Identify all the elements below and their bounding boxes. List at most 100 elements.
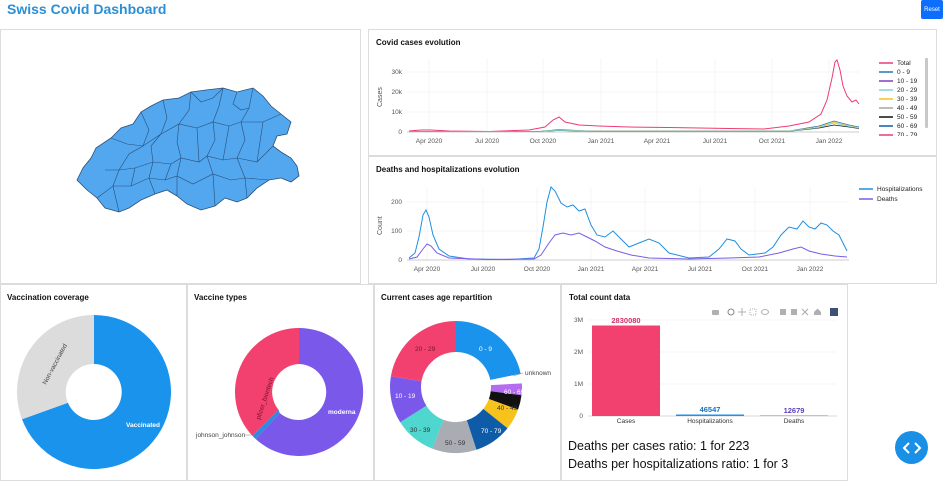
x-tick: Hospitalizations (687, 418, 733, 425)
x-tick: Jul 2020 (471, 266, 496, 273)
autoscale-icon[interactable] (802, 309, 808, 315)
y-tick: 0 (579, 413, 583, 420)
y-tick: 200 (391, 199, 402, 206)
deaths-legend: Hospitalizations Deaths (859, 186, 923, 203)
y-tick: 0 (398, 129, 402, 136)
slice-label: moderna (328, 409, 356, 416)
slice-label: 50 - 59 (445, 440, 466, 447)
home-icon[interactable] (814, 309, 821, 316)
x-tick: Jul 2020 (475, 138, 500, 145)
legend-item[interactable]: 20 - 29 (897, 87, 918, 94)
legend-item[interactable]: 10 - 19 (897, 78, 918, 85)
x-tick: Jan 2021 (578, 266, 605, 273)
x-tick: Jul 2021 (688, 266, 713, 273)
canton-shape[interactable] (77, 88, 299, 212)
bar-value: 2830080 (611, 316, 640, 325)
plotly-logo-icon[interactable] (830, 308, 838, 316)
x-tick: Oct 2021 (742, 266, 769, 273)
x-tick: Deaths (784, 418, 805, 425)
total-count-panel: Total count data 3M 2M 1M 0 (561, 284, 848, 481)
x-tick: Apr 2020 (416, 138, 443, 145)
x-tick: Oct 2020 (530, 138, 557, 145)
y-tick: 0 (398, 257, 402, 264)
legend-item[interactable]: 0 - 9 (897, 69, 910, 76)
cases-ylabel: Cases (377, 87, 384, 107)
slice-label: 40 - 49 (497, 405, 518, 412)
y-tick: 30k (392, 69, 403, 76)
zoom-icon[interactable] (728, 309, 734, 315)
slice-label: 10 - 19 (395, 393, 416, 400)
deaths-per-cases-ratio: Deaths per cases ratio: 1 for 223 (568, 439, 749, 453)
deaths-ylabel: Count (377, 216, 384, 235)
slice-label: 80+ (509, 378, 520, 385)
bar-hospitalizations[interactable] (676, 415, 744, 417)
vaccination-coverage-title: Vaccination coverage (7, 293, 89, 302)
y-tick: 100 (391, 228, 402, 235)
legend-item[interactable]: 50 - 59 (897, 114, 918, 121)
switzerland-map[interactable] (1, 30, 360, 283)
slice-label: 20 - 29 (415, 346, 436, 353)
camera-icon[interactable] (712, 310, 719, 315)
code-nav-button[interactable] (895, 431, 928, 464)
lasso-icon[interactable] (762, 310, 769, 315)
x-tick: Jan 2021 (588, 138, 615, 145)
reset-button[interactable]: Reset (921, 0, 943, 19)
bar-value: 46547 (700, 405, 721, 414)
x-tick: Oct 2020 (524, 266, 551, 273)
map-panel (0, 29, 361, 284)
vaccine-types-panel: Vaccine types moderna pfizer_biontech jo… (187, 284, 374, 481)
x-tick: Cases (617, 418, 636, 425)
slice-label: Vaccinated (126, 422, 160, 429)
box-select-icon[interactable] (750, 309, 756, 315)
cases-evolution-panel: Covid cases evolution Cases 30k 20k 10k … (368, 29, 937, 156)
y-tick: 10k (392, 109, 403, 116)
series-line-hospitalizations (409, 187, 847, 260)
cases-evolution-chart[interactable]: Cases 30k 20k 10k 0 Apr 2020 Jul 2020 Oc… (369, 30, 936, 155)
x-tick: Apr 2021 (632, 266, 659, 273)
legend-item[interactable]: Deaths (877, 196, 898, 203)
age-repartition-panel: Current cases age repartition 0 - 9 unkn… (374, 284, 561, 481)
y-tick: 1M (574, 381, 583, 388)
deaths-hosp-panel: Deaths and hospitalizations evolution Co… (368, 156, 937, 284)
chart-modebar (712, 308, 838, 316)
y-tick: 2M (574, 349, 583, 356)
slice-label: 0 - 9 (479, 346, 492, 353)
deaths-hosp-chart[interactable]: Count 200 100 0 Apr 2020 Jul 2020 Oct 20… (369, 157, 936, 283)
legend-scrollbar[interactable] (925, 58, 928, 128)
legend-item[interactable]: Total (897, 60, 911, 67)
x-tick: Oct 2021 (759, 138, 786, 145)
vaccination-donut[interactable]: Vaccinated Non-vaccinated (1, 285, 186, 480)
zoom-in-icon[interactable] (780, 309, 786, 315)
total-count-chart[interactable]: 3M 2M 1M 0 2830080 46547 12679 Cases Hos… (562, 285, 847, 425)
slice-label: 70 - 79 (481, 428, 502, 435)
page-title: Swiss Covid Dashboard (7, 1, 166, 17)
vaccine-types-title: Vaccine types (194, 293, 247, 302)
y-tick: 20k (392, 89, 403, 96)
cases-evolution-title: Covid cases evolution (376, 38, 460, 47)
deaths-per-hosp-ratio: Deaths per hospitalizations ratio: 1 for… (568, 457, 788, 471)
legend-item[interactable]: Hospitalizations (877, 186, 923, 193)
legend-item[interactable]: 60 - 69 (897, 123, 918, 130)
vaccine-types-donut[interactable]: moderna pfizer_biontech johnson_johnson (188, 285, 373, 480)
pan-icon[interactable] (738, 308, 746, 316)
slice-label: 30 - 39 (410, 427, 431, 434)
age-series-lines (409, 121, 859, 132)
slice-label: unknown (525, 370, 551, 377)
bar-value: 12679 (784, 406, 805, 415)
zoom-out-icon[interactable] (791, 309, 797, 315)
bar-cases[interactable] (592, 326, 660, 417)
slice-label: 60 - 69 (504, 389, 525, 396)
cases-legend: Total 0 - 9 10 - 19 20 - 29 30 - 39 40 -… (879, 60, 918, 139)
x-tick: Apr 2020 (414, 266, 441, 273)
y-tick: 3M (574, 317, 583, 324)
x-tick: Jan 2022 (797, 266, 824, 273)
slice-label: johnson_johnson (195, 432, 246, 439)
age-donut[interactable]: 0 - 9 unknown 80+ 60 - 69 40 - 49 70 - 7… (375, 285, 560, 480)
deaths-hosp-title: Deaths and hospitalizations evolution (376, 165, 520, 174)
vaccination-coverage-panel: Vaccination coverage Vaccinated Non-vacc… (0, 284, 187, 481)
x-tick: Apr 2021 (644, 138, 671, 145)
legend-item[interactable]: 30 - 39 (897, 96, 918, 103)
legend-item[interactable]: 40 - 49 (897, 105, 918, 112)
chevron-left-right-icon (902, 441, 922, 455)
series-line-total (409, 60, 859, 132)
